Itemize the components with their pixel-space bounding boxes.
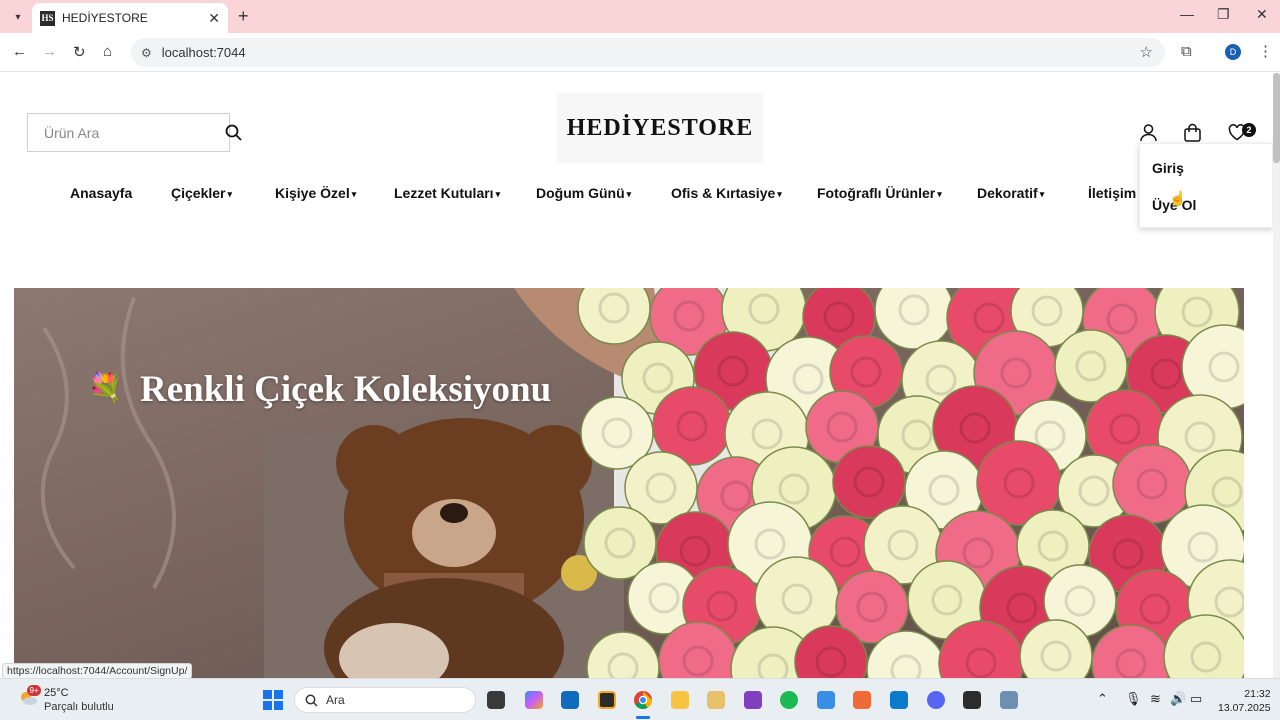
copilot-icon[interactable] — [525, 691, 543, 709]
main-navigation: Anasayfa Çiçekler ▾ Kişiye Özel ▾ Lezzet K… — [0, 185, 1140, 205]
microsoft-store-icon[interactable] — [561, 691, 579, 709]
chrome-icon[interactable] — [634, 691, 652, 709]
taskbar-search-label: Ara — [326, 693, 345, 707]
restore-icon[interactable]: ❐ — [1217, 6, 1230, 23]
snip-tool-icon[interactable] — [1000, 691, 1018, 709]
microphone-icon[interactable]: 🎙 — [1125, 691, 1142, 707]
caret-down-icon: ▾ — [495, 189, 501, 199]
volume-icon[interactable]: 🔊 — [1170, 691, 1186, 707]
address-bar[interactable]: ⚙ localhost:7044 ☆ — [131, 38, 1165, 67]
terminal-icon[interactable] — [963, 691, 981, 709]
temperature: 25°C — [44, 687, 69, 699]
hero-banner[interactable]: 💐 Renkli Çiçek Koleksiyonu — [14, 288, 1244, 678]
favorites-count-badge: 2 — [1242, 123, 1256, 137]
product-search-box — [27, 113, 242, 152]
profile-avatar[interactable]: D — [1225, 44, 1241, 60]
windows-start-icon[interactable] — [263, 690, 283, 710]
nav-item-iletisim[interactable]: İletişim — [1088, 185, 1136, 201]
visual-studio-icon[interactable] — [744, 691, 762, 709]
browser-menu-icon[interactable]: ⋮ — [1258, 42, 1273, 60]
site-info-icon[interactable]: ⚙ — [141, 46, 152, 60]
file-explorer-icon[interactable] — [671, 691, 689, 709]
bouquet-image — [14, 288, 1244, 678]
web-page: HEDİYESTORE 2 Anasayfa Çiçekler▾ Kişiye … — [0, 73, 1280, 678]
notepad-icon[interactable] — [817, 691, 835, 709]
caret-down-icon: ▾ — [227, 189, 233, 199]
nav-item-ofis-kirtasiye[interactable]: Ofis & Kırtasiye ▾ — [671, 185, 782, 201]
vscode-icon[interactable] — [890, 691, 908, 709]
reload-icon[interactable]: ↻ — [73, 43, 86, 61]
nav-item-lezzet-kutulari[interactable]: Lezzet Kutuları ▾ — [394, 185, 500, 201]
tab-search-dropdown-icon[interactable]: ▾ — [7, 6, 29, 28]
close-tab-icon[interactable]: ✕ — [208, 10, 220, 27]
browser-toolbar: ← → ↻ ⌂ ⚙ localhost:7044 ☆ — [0, 33, 1280, 72]
caret-down-icon: ▾ — [351, 189, 357, 199]
status-bar-url: https://localhost:7044/Account/SignUp/ — [2, 663, 193, 679]
login-link[interactable]: Giriş — [1152, 160, 1184, 176]
sublime-text-icon[interactable] — [598, 691, 616, 709]
active-app-indicator — [636, 716, 650, 719]
forward-icon[interactable]: → — [42, 43, 57, 60]
minimize-icon[interactable]: — — [1180, 6, 1194, 22]
tab-hediyestore[interactable]: HS HEDİYESTORE ✕ — [32, 3, 228, 33]
bookmark-star-icon[interactable]: ☆ — [1140, 43, 1153, 61]
nav-item-kisiye-ozel[interactable]: Kişiye Özel ▾ — [275, 185, 356, 201]
nav-item-fotografli-urunler[interactable]: Fotoğraflı Ürünler ▾ — [817, 185, 942, 201]
windows-taskbar: 9+ 25°C Parçalı bulutlu Ara ⌃ 🎙 ≋ 🔊 ▭ 21… — [0, 678, 1280, 720]
discord-icon[interactable] — [927, 691, 945, 709]
snipping-tool-icon[interactable] — [707, 691, 725, 709]
clock-time: 21:32 — [1244, 688, 1271, 700]
browser-tab-bar: ▾ HS HEDİYESTORE ✕ + — ❐ ✕ — [0, 0, 1280, 33]
nav-item-dekoratif[interactable]: Dekoratif ▾ — [977, 185, 1044, 201]
taskbar-search[interactable]: Ara — [294, 687, 476, 713]
nav-item-dogum-gunu[interactable]: Doğum Günü ▾ — [536, 185, 631, 201]
rose-flower — [1112, 444, 1192, 524]
bouquet-emoji: 💐 — [88, 372, 123, 403]
search-icon — [305, 694, 318, 707]
home-icon[interactable]: ⌂ — [103, 43, 112, 60]
system-clock[interactable]: 21:32 13.07.2025 — [1218, 687, 1271, 715]
site-logo[interactable]: HEDİYESTORE — [557, 93, 763, 163]
page-scrollbar[interactable] — [1273, 73, 1280, 678]
site-favicon: HS — [40, 10, 55, 26]
battery-icon[interactable]: ▭ — [1190, 691, 1202, 707]
show-hidden-icons-icon[interactable]: ⌃ — [1097, 691, 1108, 707]
extensions-icon[interactable]: ⧉ — [1181, 43, 1192, 60]
wifi-icon[interactable]: ≋ — [1150, 691, 1161, 707]
caret-down-icon: ▾ — [777, 189, 782, 199]
tab-title: HEDİYESTORE — [62, 11, 148, 25]
xampp-icon[interactable] — [853, 691, 871, 709]
url-text: localhost:7044 — [161, 45, 246, 60]
task-view-icon[interactable] — [487, 691, 505, 709]
product-search-input[interactable] — [44, 124, 225, 141]
weather-condition: Parçalı bulutlu — [44, 701, 114, 713]
caret-down-icon: ▾ — [937, 189, 942, 199]
caret-down-icon: ▾ — [1039, 189, 1045, 199]
new-tab-button[interactable]: + — [238, 6, 249, 27]
close-window-icon[interactable]: ✕ — [1256, 6, 1268, 23]
back-icon[interactable]: ← — [12, 43, 27, 60]
nav-item-cicekler[interactable]: Çiçekler ▾ — [171, 185, 232, 201]
weather-badge: 9+ — [27, 685, 41, 696]
account-dropdown-menu: Giriş Üye Ol — [1139, 143, 1273, 228]
caret-down-icon: ▾ — [626, 189, 632, 199]
nav-item-anasayfa[interactable]: Anasayfa — [70, 185, 132, 201]
scrollbar-thumb[interactable] — [1273, 73, 1280, 163]
banner-title: Renkli Çiçek Koleksiyonu — [140, 369, 552, 410]
search-icon[interactable] — [225, 124, 242, 141]
clock-date: 13.07.2025 — [1218, 702, 1271, 714]
spotify-icon[interactable] — [780, 691, 798, 709]
hand-cursor-icon: ☝ — [1169, 190, 1187, 206]
